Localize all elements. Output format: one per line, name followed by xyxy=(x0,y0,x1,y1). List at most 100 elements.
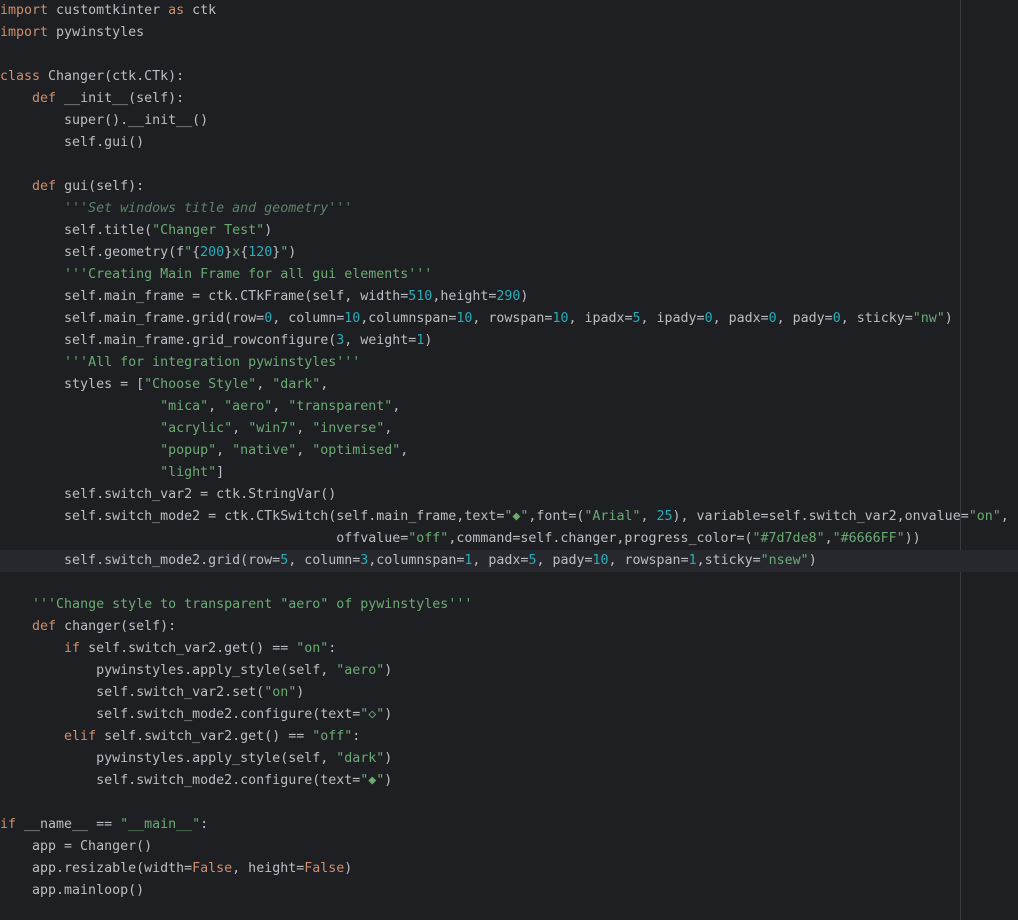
code-token: , sticky= xyxy=(840,311,913,326)
code-line[interactable]: self.switch_mode2 = ctk.CTkSwitch(self.m… xyxy=(0,506,1018,528)
code-line[interactable]: import customtkinter as ctk xyxy=(0,0,1018,22)
code-line[interactable]: def __init__(self): xyxy=(0,88,1018,110)
code-token: ) xyxy=(808,553,817,568)
code-token: '''Change style to transparent "aero" of… xyxy=(32,597,473,612)
code-line[interactable]: super().__init__() xyxy=(0,110,1018,132)
code-token: __init__(self): xyxy=(56,91,185,106)
code-line[interactable]: '''Creating Main Frame for all gui eleme… xyxy=(0,264,1018,286)
code-token: False xyxy=(304,861,345,876)
code-token: self.switch_mode2 = ctk.CTkSwitch(self.m… xyxy=(0,509,505,524)
code-line[interactable]: pywinstyles.apply_style(self, "dark") xyxy=(0,748,1018,770)
code-line[interactable]: if __name__ == "__main__": xyxy=(0,814,1018,836)
code-token: if xyxy=(0,817,17,832)
code-token: "mica" xyxy=(160,399,209,414)
code-token: 510 xyxy=(408,289,433,304)
code-line[interactable] xyxy=(0,572,1018,594)
code-token: if xyxy=(64,641,81,656)
code-token: as xyxy=(168,3,185,18)
code-token: ) xyxy=(288,245,297,260)
code-token: ) xyxy=(384,751,393,766)
code-line[interactable]: '''All for integration pywinstyles''' xyxy=(0,352,1018,374)
code-line[interactable]: app = Changer() xyxy=(0,836,1018,858)
code-token: pywinstyles.apply_style(self, xyxy=(0,663,337,678)
code-line[interactable]: self.main_frame.grid(row=0, column=10,co… xyxy=(0,308,1018,330)
code-token: , rowspan= xyxy=(472,311,553,326)
code-token: self.switch_mode2.configure(text= xyxy=(0,707,361,722)
code-token: self.switch_var2.get() == xyxy=(80,641,297,656)
code-line[interactable]: def gui(self): xyxy=(0,176,1018,198)
code-token: 25 xyxy=(656,509,673,524)
code-editor[interactable]: import customtkinter as ctk import pywins… xyxy=(0,0,1018,920)
code-line[interactable]: "acrylic", "win7", "inverse", xyxy=(0,418,1018,440)
code-area[interactable]: import customtkinter as ctk import pywins… xyxy=(0,0,1018,902)
code-token: def xyxy=(32,179,57,194)
code-token: "on" xyxy=(296,641,329,656)
code-token: "win7" xyxy=(248,421,297,436)
code-line[interactable]: offvalue="off",command=self.changer,prog… xyxy=(0,528,1018,550)
code-line[interactable]: app.resizable(width=False, height=False) xyxy=(0,858,1018,880)
code-line[interactable]: def changer(self): xyxy=(0,616,1018,638)
code-token: "native" xyxy=(232,443,297,458)
code-token: , padx= xyxy=(712,311,769,326)
code-token: app.resizable(width= xyxy=(0,861,193,876)
code-line[interactable]: if self.switch_var2.get() == "on": xyxy=(0,638,1018,660)
code-line[interactable]: self.switch_mode2.configure(text="◆") xyxy=(0,770,1018,792)
code-token: ) xyxy=(384,773,393,788)
code-token: 5 xyxy=(632,311,641,326)
code-line[interactable]: self.main_frame.grid_rowconfigure(3, wei… xyxy=(0,330,1018,352)
code-line[interactable]: "mica", "aero", "transparent", xyxy=(0,396,1018,418)
code-token: offvalue= xyxy=(0,531,409,546)
code-token: "on" xyxy=(968,509,1001,524)
code-token: ) xyxy=(384,707,393,722)
code-token: 0 xyxy=(768,311,777,326)
code-token: "◇" xyxy=(360,707,385,722)
code-token: ,command=self.changer,progress_color=( xyxy=(448,531,753,546)
code-token: 120 xyxy=(248,245,273,260)
code-line[interactable]: "light"] xyxy=(0,462,1018,484)
code-token: customtkinter xyxy=(48,3,169,18)
code-line[interactable]: self.switch_var2 = ctk.StringVar() xyxy=(0,484,1018,506)
code-token: , weight= xyxy=(344,333,417,348)
code-line[interactable]: pywinstyles.apply_style(self, "aero") xyxy=(0,660,1018,682)
code-line[interactable]: app.mainloop() xyxy=(0,880,1018,902)
code-token: ) xyxy=(520,289,529,304)
code-token: ) xyxy=(424,333,433,348)
code-token: , pady= xyxy=(776,311,833,326)
code-token: False xyxy=(192,861,233,876)
code-token: ] xyxy=(216,465,225,480)
code-line[interactable]: self.switch_mode2.configure(text="◇") xyxy=(0,704,1018,726)
code-line[interactable]: import pywinstyles xyxy=(0,22,1018,44)
code-token: gui(self): xyxy=(56,179,145,194)
code-token: "dark" xyxy=(272,377,321,392)
code-line[interactable] xyxy=(0,154,1018,176)
code-line[interactable]: self.gui() xyxy=(0,132,1018,154)
code-line[interactable] xyxy=(0,792,1018,814)
code-line[interactable]: self.switch_mode2.grid(row=5, column=3,c… xyxy=(0,550,1018,572)
code-line[interactable]: '''Change style to transparent "aero" of… xyxy=(0,594,1018,616)
code-line[interactable]: "popup", "native", "optimised", xyxy=(0,440,1018,462)
code-token: , column= xyxy=(288,553,361,568)
code-token: 0 xyxy=(832,311,841,326)
code-line[interactable]: elif self.switch_var2.get() == "off": xyxy=(0,726,1018,748)
code-token: "nsew" xyxy=(760,553,809,568)
code-token: "◆" xyxy=(360,773,385,788)
code-token: "popup" xyxy=(160,443,217,458)
code-token: app = Changer() xyxy=(0,839,153,854)
code-token: "dark" xyxy=(336,751,385,766)
code-line[interactable]: self.switch_var2.set("on") xyxy=(0,682,1018,704)
code-token: ), variable=self.switch_var2,onvalue= xyxy=(672,509,969,524)
code-token: "nw" xyxy=(912,311,945,326)
code-token: ) xyxy=(944,311,953,326)
code-token: , pady= xyxy=(536,553,593,568)
code-token: ,font=( xyxy=(528,509,585,524)
code-line[interactable]: '''Set windows title and geometry''' xyxy=(0,198,1018,220)
code-token: Changer(ctk.CTk): xyxy=(40,69,185,84)
code-line[interactable]: self.main_frame = ctk.CTkFrame(self, wid… xyxy=(0,286,1018,308)
code-line[interactable] xyxy=(0,44,1018,66)
code-line[interactable]: class Changer(ctk.CTk): xyxy=(0,66,1018,88)
code-line[interactable]: styles = ["Choose Style", "dark", xyxy=(0,374,1018,396)
code-line[interactable]: self.geometry(f"{200}x{120}") xyxy=(0,242,1018,264)
code-line[interactable]: self.title("Changer Test") xyxy=(0,220,1018,242)
